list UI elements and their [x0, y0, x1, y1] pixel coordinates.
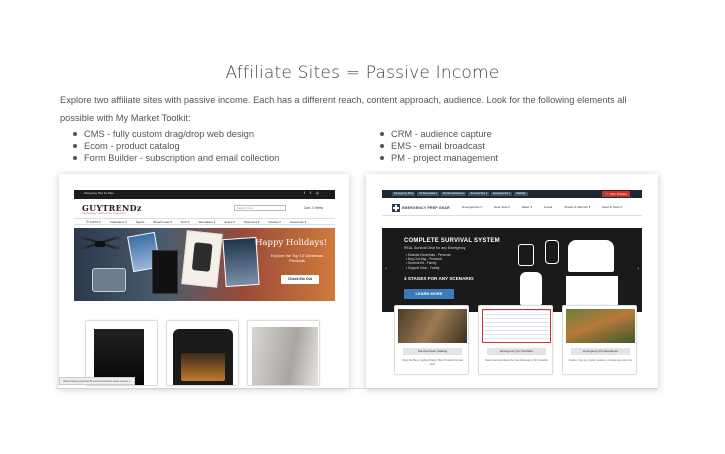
storage-box-image [566, 276, 618, 306]
medical-cross-icon [392, 204, 400, 212]
site-logo[interactable]: EMERGENCY PREP GEAR [392, 204, 450, 212]
learn-more-button[interactable]: LEARN MORE [404, 289, 454, 299]
status-bar-url: https://www.guytrendz.com/microsoft-xbox… [59, 377, 135, 385]
nav-item[interactable]: Sports [136, 220, 145, 224]
cart-button[interactable]: 🛒 Cart: 0 items [602, 191, 630, 197]
top-bar: Shopping Tips for Men f t ◎ [74, 190, 335, 199]
site-header: GUYTRENDz TRENDING PRODUCTS FOR MEN Sear… [74, 199, 335, 218]
nav-item[interactable]: Water ▾ [522, 205, 532, 209]
check-em-out-button[interactable]: Check Em Out [281, 275, 319, 284]
social-icons[interactable]: f t ◎ [304, 191, 321, 195]
top-tab[interactable]: Emergency Prep [392, 192, 416, 196]
top-tab[interactable]: Survival Tips ▾ [468, 192, 490, 196]
main-nav: Emergencies ▾ Gear Sets ▾ Water ▾ Foods … [462, 205, 622, 209]
feature-item: Ecom - product catalog [73, 140, 279, 152]
feature-item: Form Builder - subscription and email co… [73, 152, 279, 164]
page-title: Affiliate Sites = Passive Income [225, 63, 500, 83]
hero-slider[interactable]: ‹ › COMPLETE SURVIVAL SYSTEM REAL Surviv… [382, 228, 642, 312]
emergency-site: Emergency Prep Kit Essentials ▾ Product … [382, 190, 642, 312]
chevron-right-icon[interactable]: › [637, 266, 639, 272]
nav-item[interactable]: Active ▾ [224, 220, 235, 224]
search-input[interactable]: Search here [234, 205, 286, 211]
card-description: Select and download the best Emergency K… [485, 359, 548, 362]
product-image [252, 327, 318, 385]
nav-item[interactable]: Brew/Cooks ▾ [153, 220, 172, 224]
top-tab[interactable]: Website [514, 192, 528, 196]
gift-card-image [222, 236, 260, 288]
backpack-image [520, 272, 542, 306]
hero-title: COMPLETE SURVIVAL SYSTEM [404, 238, 500, 244]
nav-item[interactable]: ☰ GIFTS ▾ [86, 220, 101, 224]
feature-item: EMS - email broadcast [380, 140, 498, 152]
hero-banner[interactable]: Happy Holidays! Explore the Top 10 Chris… [74, 228, 335, 301]
card-image [482, 309, 551, 343]
card-button[interactable]: Survival Gear Catalog [403, 348, 462, 355]
hero-title: Happy Holidays! [255, 238, 327, 248]
card-image [566, 309, 635, 343]
top-tab[interactable]: Emergencies ▾ [491, 192, 513, 196]
card-description: Shop the Best, Highest Rated, Most Trust… [402, 359, 463, 366]
feature-cards: Survival Gear Catalog Shop the Best, Hig… [394, 305, 637, 375]
nav-item[interactable]: Gear Sets ▾ [494, 205, 510, 209]
feature-item: CRM - audience capture [380, 128, 498, 140]
hero-text: Explore the Top 10 Christmas Products [270, 253, 324, 263]
guytrendz-preview[interactable]: Shopping Tips for Men f t ◎ GUYTRENDz TR… [59, 174, 349, 388]
category-card[interactable]: Survival Gear Catalog Shop the Best, Hig… [394, 305, 469, 375]
nav-item[interactable]: Novelty ▾ [268, 220, 280, 224]
site-logo[interactable]: GUYTRENDz TRENDING PRODUCTS FOR MEN [82, 203, 142, 215]
pouch-image [518, 244, 534, 266]
main-nav: ☰ GIFTS ▾ Collections ▾ Sports Brew/Cook… [74, 218, 335, 225]
console-image [152, 250, 178, 294]
product-card[interactable] [247, 320, 320, 386]
cart-link[interactable]: Cart - 0 Items [304, 206, 323, 210]
top-tab[interactable]: Kit Essentials ▾ [417, 192, 439, 196]
nav-item[interactable]: Seasonals ▾ [290, 220, 306, 224]
drone-image [80, 236, 120, 250]
feature-item: PM - project management [380, 152, 498, 164]
card-image [398, 309, 467, 343]
top-tab[interactable]: Product Reviews ▾ [440, 192, 467, 196]
tablet-image [92, 268, 126, 292]
emergency-prep-preview[interactable]: Emergency Prep Kit Essentials ▾ Product … [366, 174, 658, 388]
nav-item[interactable]: Emergencies ▾ [462, 205, 482, 209]
kit-bag-image [568, 240, 614, 272]
card-description: Guides, how-to, product reviews, surviva… [568, 359, 633, 362]
product-image [173, 329, 233, 385]
nav-item[interactable]: Gear & Tools ▾ [602, 205, 622, 209]
hero-stages: 4 STAGES FOR ANY SCENARIO [404, 276, 474, 281]
category-card[interactable]: Emergency Kit Checklist Select and downl… [478, 305, 553, 375]
site-header: EMERGENCY PREP GEAR Emergencies ▾ Gear S… [382, 198, 642, 216]
nav-item[interactable]: Operators ▾ [244, 220, 260, 224]
bottle-image [545, 240, 559, 264]
hero-subtitle: REAL Survival Gear for any Emergency [404, 246, 466, 250]
product-card[interactable] [166, 320, 239, 386]
top-bar-text: Shopping Tips for Men [84, 191, 115, 195]
nav-item[interactable]: Tech ▾ [181, 220, 190, 224]
logo-text: EMERGENCY PREP GEAR [402, 206, 450, 210]
feature-list-right: CRM - audience capture EMS - email broad… [380, 128, 498, 164]
feature-item: CMS - fully custom drag/drop web design [73, 128, 279, 140]
hero-list: • Modular Essentials - Personal • Bug Ou… [406, 253, 450, 270]
feature-list-left: CMS - fully custom drag/drop web design … [73, 128, 279, 164]
category-card[interactable]: Emergency Preparedness Guides, how-to, p… [562, 305, 637, 375]
hero-list-item: • Support Gear - Family [406, 265, 440, 270]
gift-card-image [181, 230, 223, 288]
guytrendz-site: Shopping Tips for Men f t ◎ GUYTRENDz TR… [74, 190, 335, 301]
nav-item[interactable]: Shelter & Warmth ▾ [564, 205, 590, 209]
chevron-left-icon[interactable]: ‹ [385, 266, 387, 272]
nav-item[interactable]: Collections ▾ [110, 220, 127, 224]
nav-item[interactable]: Wearables ▾ [199, 220, 216, 224]
intro-text: Explore two affiliate sites with passive… [60, 95, 627, 123]
nav-item[interactable]: Foods [544, 205, 552, 209]
card-button[interactable]: Emergency Kit Checklist [487, 348, 546, 355]
top-bar: Emergency Prep Kit Essentials ▾ Product … [382, 190, 642, 198]
card-button[interactable]: Emergency Preparedness [571, 348, 630, 355]
divider [56, 388, 658, 389]
